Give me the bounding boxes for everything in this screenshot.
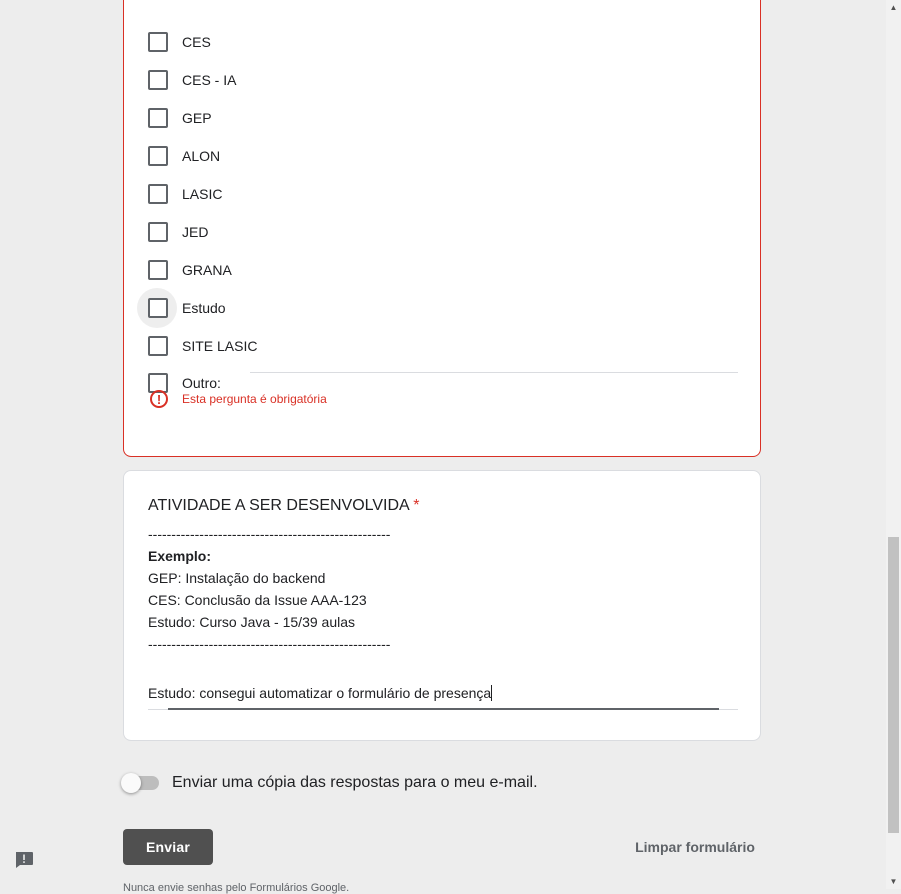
submit-button[interactable]: Enviar: [123, 829, 213, 865]
option-label: ALON: [182, 148, 221, 164]
checkbox[interactable]: [148, 146, 168, 166]
example-line: Estudo: Curso Java - 15/39 aulas: [148, 614, 356, 630]
email-copy-label: Enviar uma cópia das respostas para o me…: [172, 774, 538, 791]
option-estudo[interactable]: Estudo: [137, 288, 226, 328]
checkbox[interactable]: [148, 336, 168, 356]
example-label: Exemplo:: [148, 548, 212, 564]
feedback-icon[interactable]: [14, 851, 34, 869]
text-caret: [491, 685, 493, 701]
option-gep[interactable]: GEP: [148, 107, 212, 129]
checkbox[interactable]: [148, 298, 168, 318]
scroll-down-icon[interactable]: ▼: [886, 874, 901, 889]
option-label: LASIC: [182, 186, 223, 202]
option-ces[interactable]: CES: [148, 31, 211, 53]
option-grana[interactable]: GRANA: [148, 259, 232, 281]
option-label: GEP: [182, 110, 212, 126]
separator-line: ----------------------------------------…: [148, 526, 391, 542]
option-ces-ia[interactable]: CES - IA: [148, 69, 236, 91]
option-label: SITE LASIC: [182, 338, 258, 354]
email-copy-toggle-row[interactable]: Enviar uma cópia das respostas para o me…: [121, 773, 538, 793]
option-site-lasic[interactable]: SITE LASIC: [148, 335, 257, 357]
email-copy-toggle[interactable]: [121, 773, 159, 793]
error-icon: !: [150, 390, 168, 408]
scroll-up-icon[interactable]: ▲: [886, 0, 901, 15]
option-label: CES - IA: [182, 72, 237, 88]
error-text: Esta pergunta é obrigatória: [182, 392, 327, 406]
question-title-text: ATIVIDADE A SER DESENVOLVIDA: [148, 497, 409, 514]
checkbox[interactable]: [148, 32, 168, 52]
question-description: ----------------------------------------…: [148, 523, 390, 655]
answer-input[interactable]: Estudo: consegui automatizar o formulári…: [148, 685, 738, 701]
answer-value: Estudo: consegui automatizar o formulári…: [148, 685, 492, 701]
option-label: Outro:: [182, 375, 221, 391]
option-label: GRANA: [182, 262, 232, 278]
option-label: CES: [182, 34, 211, 50]
activity-question-card: ATIVIDADE A SER DESENVOLVIDA * ---------…: [123, 470, 761, 741]
checkbox[interactable]: [148, 70, 168, 90]
toggle-thumb[interactable]: [121, 773, 141, 793]
other-text-input[interactable]: [250, 372, 738, 373]
checkbox[interactable]: [148, 222, 168, 242]
option-jed[interactable]: JED: [148, 221, 208, 243]
question-title: ATIVIDADE A SER DESENVOLVIDA *: [148, 497, 420, 515]
checkbox[interactable]: [148, 260, 168, 280]
password-warning: Nunca envie senhas pelo Formulários Goog…: [123, 882, 350, 894]
example-line: GEP: Instalação do backend: [148, 570, 326, 586]
option-lasic[interactable]: LASIC: [148, 183, 222, 205]
option-alon[interactable]: ALON: [148, 145, 220, 167]
option-label: Estudo: [182, 300, 226, 316]
page-scrollbar[interactable]: ▲ ▼: [886, 0, 901, 889]
option-label: JED: [182, 224, 209, 240]
separator-line: ----------------------------------------…: [148, 636, 391, 652]
error-message: ! Esta pergunta é obrigatória: [150, 390, 327, 408]
checkbox-question-card: CES CES - IA GEP ALON LASIC JED GRANA Es…: [123, 0, 761, 457]
answer-focus-underline: [168, 708, 719, 710]
checkbox[interactable]: [148, 108, 168, 128]
scrollbar-thumb[interactable]: [888, 537, 899, 833]
example-line: CES: Conclusão da Issue AAA-123: [148, 592, 367, 608]
checkbox[interactable]: [148, 184, 168, 204]
required-asterisk: *: [413, 497, 420, 514]
clear-form-button[interactable]: Limpar formulário: [626, 829, 764, 865]
